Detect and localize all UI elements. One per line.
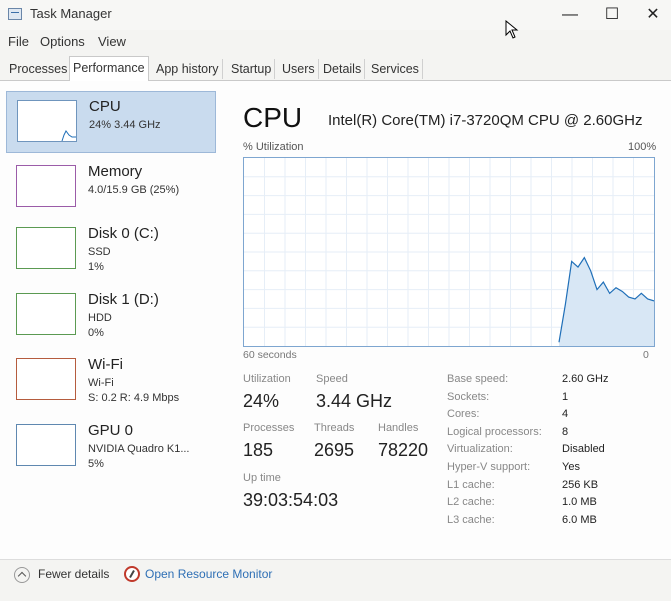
spec-label: Logical processors: [447, 425, 542, 438]
graph-min-label: 0 [643, 349, 649, 361]
chevron-up-icon[interactable] [14, 567, 30, 583]
spec-value: Yes [562, 461, 580, 473]
performance-content: CPU 24% 3.44 GHz Memory 4.0/15.9 GB (25%… [0, 81, 671, 559]
processes-label: Processes [243, 422, 295, 434]
cpu-thumbnail-graph [17, 100, 77, 142]
uptime-value: 39:03:54:03 [243, 490, 339, 510]
spec-value: 1 [562, 390, 569, 403]
tab-services[interactable]: Services [368, 59, 423, 79]
resource-gpu-0[interactable]: GPU 0 NVIDIA Quadro K1... 5% [6, 416, 216, 478]
resource-detail: HDD [88, 312, 112, 324]
tab-processes[interactable]: Processes [6, 59, 72, 79]
spec-value: 2.60 GHz [562, 373, 609, 385]
graph-max-label: 100% [628, 141, 657, 153]
graph-time-span: 60 seconds [243, 349, 297, 361]
speed-label: Speed [316, 373, 348, 385]
minimize-button[interactable]: — [555, 4, 585, 26]
resource-name: Disk 1 (D:) [88, 291, 159, 308]
resource-usage: 1% [88, 261, 104, 273]
resource-detail: Wi-Fi [88, 377, 114, 389]
tab-bar: Processes Performance App history Startu… [0, 56, 671, 82]
menu-options[interactable]: Options [40, 34, 85, 49]
open-resource-monitor-link[interactable]: Open Resource Monitor [145, 567, 272, 581]
resource-usage: 0% [88, 327, 104, 339]
tab-startup[interactable]: Startup [228, 59, 276, 79]
tab-performance[interactable]: Performance [69, 56, 149, 82]
resource-name: CPU [89, 98, 121, 115]
utilization-label: Utilization [243, 373, 291, 385]
resource-disk-1[interactable]: Disk 1 (D:) HDD 0% [6, 285, 216, 347]
spec-value: 256 KB [562, 478, 599, 491]
memory-thumbnail-graph [16, 165, 76, 207]
task-manager-icon [8, 8, 22, 20]
maximize-button[interactable]: ☐ [597, 4, 627, 26]
resource-name: Memory [88, 163, 143, 180]
spec-value: 6.0 MB [562, 513, 597, 526]
spec-label: Cores: [447, 408, 480, 421]
resource-detail: 4.0/15.9 GB (25%) [88, 184, 180, 196]
cpu-model-name: Intel(R) Core(TM) i7-3720QM CPU @ 2.60GH… [328, 112, 643, 129]
speed-value: 3.44 GHz [316, 391, 393, 411]
spec-label: Hyper-V support: [447, 461, 531, 473]
spec-label: L1 cache: [447, 478, 495, 491]
close-button[interactable]: ✕ [638, 4, 668, 26]
cpu-graph-svg [244, 158, 654, 346]
resource-usage: 5% [88, 458, 104, 470]
window-title: Task Manager [30, 6, 112, 21]
menu-file[interactable]: File [8, 34, 29, 49]
spec-label: Virtualization: [447, 443, 513, 456]
disk1-thumbnail-graph [16, 293, 76, 335]
spec-label: L3 cache: [447, 513, 495, 526]
fewer-details-link[interactable]: Fewer details [38, 567, 109, 581]
processes-value: 185 [243, 440, 274, 460]
spec-label: Sockets: [447, 390, 490, 403]
cpu-heading: CPU [243, 102, 303, 133]
mouse-cursor-icon [505, 20, 519, 39]
handles-label: Handles [378, 422, 419, 434]
resource-name: Disk 0 (C:) [88, 225, 159, 242]
utilization-value: 24% [243, 391, 280, 411]
resource-usage: S: 0.2 R: 4.9 Mbps [88, 392, 180, 404]
resource-memory[interactable]: Memory 4.0/15.9 GB (25%) [6, 157, 216, 219]
resource-wifi[interactable]: Wi-Fi Wi-Fi S: 0.2 R: 4.9 Mbps [6, 350, 216, 412]
threads-value: 2695 [314, 440, 355, 460]
resource-monitor-icon[interactable] [124, 566, 140, 582]
spec-label: Base speed: [447, 373, 509, 385]
resource-detail: SSD [88, 246, 111, 258]
disk0-thumbnail-graph [16, 227, 76, 269]
handles-value: 78220 [378, 440, 429, 460]
resource-name: Wi-Fi [88, 356, 123, 373]
gpu-thumbnail-graph [16, 424, 76, 466]
resource-name: GPU 0 [88, 422, 134, 439]
resource-detail: NVIDIA Quadro K1... [88, 443, 190, 455]
tab-users[interactable]: Users [279, 59, 319, 79]
threads-label: Threads [314, 422, 355, 434]
spec-value: 4 [562, 408, 569, 421]
graph-y-label: % Utilization [243, 141, 304, 153]
spec-label: L2 cache: [447, 496, 495, 509]
spec-value: 8 [562, 425, 569, 438]
resource-disk-0[interactable]: Disk 0 (C:) SSD 1% [6, 219, 216, 281]
spec-value: 1.0 MB [562, 496, 597, 509]
tab-app-history[interactable]: App history [153, 59, 223, 79]
wifi-thumbnail-graph [16, 358, 76, 400]
spec-value: Disabled [562, 443, 605, 456]
resource-detail: 24% 3.44 GHz [89, 119, 161, 131]
footer-bar: Fewer details Open Resource Monitor [0, 559, 671, 601]
menu-bar: File Options View [0, 30, 671, 54]
uptime-label: Up time [243, 472, 281, 484]
title-bar: Task Manager — ☐ ✕ [0, 0, 671, 30]
cpu-utilization-graph [243, 157, 655, 347]
tab-details[interactable]: Details [320, 59, 366, 79]
menu-view[interactable]: View [98, 34, 126, 49]
resource-cpu[interactable]: CPU 24% 3.44 GHz [6, 91, 216, 153]
